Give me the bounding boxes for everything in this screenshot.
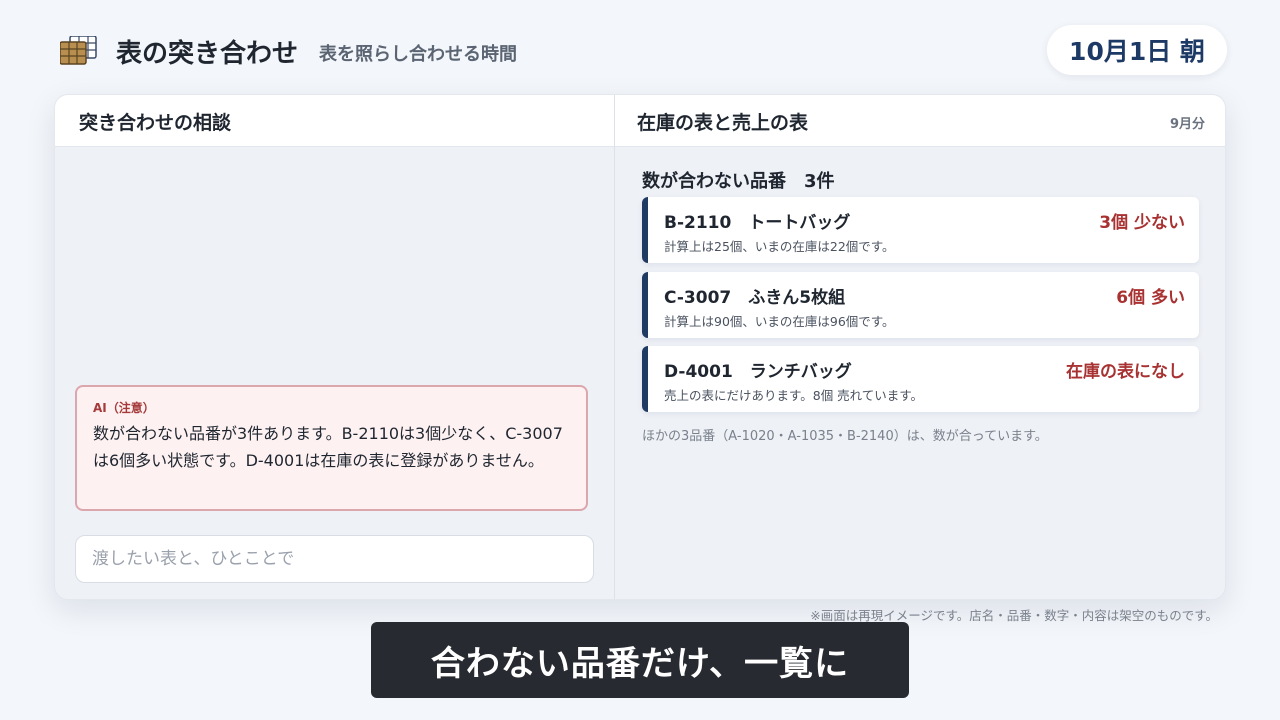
- mismatch-item[interactable]: C-3007 ふきん5枚組 6個 多い 計算上は90個、いまの在庫は96個です。: [642, 272, 1199, 338]
- period-label: 9月分: [1169, 117, 1205, 132]
- ai-alert-text: 数が合わない品番が3件あります。B-2110は3個少なく、C-3007は6個多い…: [93, 424, 563, 470]
- table-grid-icon: [60, 36, 97, 65]
- item-title: B-2110 トートバッグ: [664, 213, 851, 233]
- date-badge: 10月1日 朝: [1047, 25, 1227, 75]
- chat-pane-header: 突き合わせの相談: [55, 95, 614, 147]
- item-detail: 計算上は25個、いまの在庫は22個です。: [664, 239, 895, 254]
- chat-pane-title: 突き合わせの相談: [79, 112, 232, 134]
- mismatch-section-title: 数が合わない品番 3件: [642, 171, 835, 192]
- mismatch-item[interactable]: D-4001 ランチバッグ 在庫の表になし 売上の表にだけあります。8個 売れて…: [642, 346, 1199, 412]
- item-status: 在庫の表になし: [1066, 362, 1185, 382]
- caption-text: 合わない品番だけ、一覧に: [430, 643, 850, 684]
- table-pane-title: 在庫の表と売上の表: [637, 112, 809, 134]
- mismatch-item[interactable]: B-2110 トートバッグ 3個 少ない 計算上は25個、いまの在庫は22個です…: [642, 197, 1199, 263]
- item-title: C-3007 ふきん5枚組: [664, 288, 846, 308]
- app-title: 表の突き合わせ: [116, 39, 299, 69]
- item-status: 6個 多い: [1116, 288, 1185, 308]
- ai-alert-label: AI（注意）: [93, 401, 155, 415]
- matched-items-note: ほかの3品番（A-1020・A-1035・B-2140）は、数が合っています。: [642, 429, 1048, 444]
- table-pane-header: 在庫の表と売上の表 9月分: [615, 95, 1225, 147]
- date-text: 10月1日 朝: [1069, 37, 1205, 66]
- chat-input[interactable]: [75, 535, 594, 583]
- ai-alert-message: AI（注意） 数が合わない品番が3件あります。B-2110は3個少なく、C-30…: [75, 385, 588, 511]
- item-detail: 計算上は90個、いまの在庫は96個です。: [664, 314, 895, 329]
- main-panel: 突き合わせの相談 在庫の表と売上の表 9月分 AI（注意） 数が合わない品番が3…: [54, 94, 1226, 600]
- pane-divider: [614, 95, 615, 599]
- item-title: D-4001 ランチバッグ: [664, 362, 852, 382]
- app-subtitle: 表を照らし合わせる時間: [319, 44, 517, 65]
- item-detail: 売上の表にだけあります。8個 売れています。: [664, 388, 924, 403]
- caption-banner: 合わない品番だけ、一覧に: [371, 622, 909, 698]
- item-status: 3個 少ない: [1099, 213, 1185, 233]
